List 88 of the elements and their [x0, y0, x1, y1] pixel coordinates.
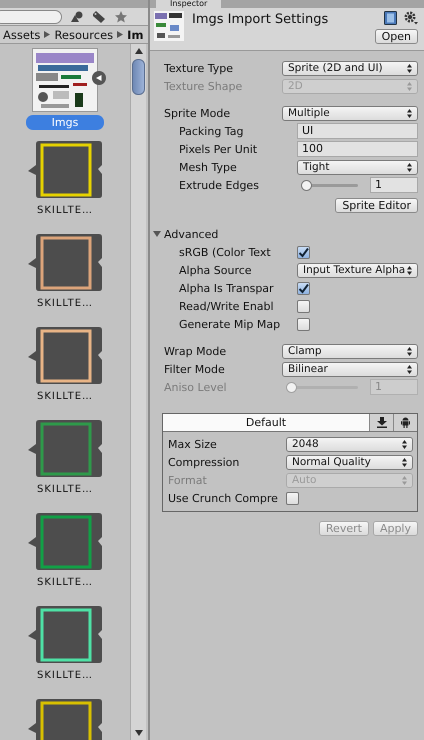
- play-icon[interactable]: [92, 71, 106, 85]
- updown-icon: [407, 266, 412, 274]
- android-icon: [401, 417, 410, 428]
- field-label: Filter Mode: [164, 362, 226, 376]
- dropdown[interactable]: Clamp: [282, 344, 418, 358]
- breadcrumb-item[interactable]: Im: [127, 28, 144, 42]
- updown-icon: [407, 162, 412, 172]
- field-label: Texture Type: [164, 62, 234, 74]
- field-label: Alpha Source: [178, 264, 253, 276]
- up-arrow-icon[interactable]: [134, 48, 142, 54]
- dropdown[interactable]: 2048: [286, 436, 413, 452]
- sprite-thumbnail[interactable]: [28, 606, 102, 664]
- field-label: Read/Write Enabl: [178, 300, 275, 312]
- open-button[interactable]: Open: [374, 29, 418, 44]
- tag-icon[interactable]: [92, 10, 106, 22]
- star-icon[interactable]: [114, 10, 128, 22]
- updown-icon: [402, 458, 407, 466]
- asset-label[interactable]: SKILLTE…: [22, 297, 108, 310]
- foldout-header[interactable]: Advanced: [153, 225, 418, 243]
- updown-icon: [407, 82, 412, 90]
- scrollbar[interactable]: [130, 44, 146, 740]
- input-field[interactable]: 1: [370, 177, 418, 193]
- triangle-icon: [153, 230, 161, 238]
- field-label: Extrude Edges: [178, 178, 260, 192]
- field-label: Texture Shape: [164, 80, 244, 92]
- field-label: Compression: [168, 456, 240, 468]
- field-label: Format: [168, 474, 208, 486]
- field-label: Aniso Level: [164, 380, 228, 394]
- asset-label[interactable]: SKILLTE…: [22, 204, 108, 217]
- field-label: Wrap Mode: [164, 344, 228, 358]
- field-label: Max Size: [168, 438, 218, 450]
- inspector-tab[interactable]: Inspector: [156, 0, 222, 8]
- field-label: sRGB (Color Text: [178, 246, 272, 258]
- sprite-thumbnail[interactable]: [28, 234, 102, 292]
- help-icon[interactable]: [384, 11, 397, 25]
- down-arrow-icon[interactable]: [134, 730, 142, 736]
- field-label: Use Crunch Compre: [168, 492, 279, 504]
- arrow-icon: [44, 31, 50, 38]
- slider[interactable]: [286, 382, 358, 392]
- field-label: Sprite Mode: [164, 106, 232, 120]
- checkbox[interactable]: [297, 282, 310, 294]
- asset-label[interactable]: SKILLTE…: [22, 669, 108, 682]
- shapes-icon[interactable]: [70, 10, 84, 22]
- updown-icon: [407, 108, 412, 118]
- asset-label[interactable]: Imgs: [26, 115, 104, 130]
- dropdown[interactable]: Sprite (2D and UI): [282, 60, 418, 76]
- checkbox[interactable]: [297, 300, 310, 312]
- asset-label[interactable]: SKILLTE…: [22, 576, 108, 589]
- sprite-thumbnail[interactable]: [28, 420, 102, 478]
- updown-icon: [407, 346, 412, 356]
- sprite-thumbnail[interactable]: [28, 141, 102, 199]
- checkbox[interactable]: [297, 246, 310, 258]
- breadcrumb-item[interactable]: Assets: [3, 28, 40, 42]
- scrollbar-thumb[interactable]: [132, 59, 145, 95]
- search-field[interactable]: [0, 10, 62, 24]
- inspector-title: Imgs Import Settings: [192, 12, 328, 27]
- asset-label[interactable]: SKILLTE…: [22, 483, 108, 496]
- checkbox[interactable]: [286, 492, 299, 504]
- sprite-thumbnail[interactable]: [28, 513, 102, 571]
- dropdown[interactable]: Multiple: [282, 106, 418, 120]
- field-label: Generate Mip Map: [178, 318, 282, 330]
- sprite-thumbnail[interactable]: [28, 327, 102, 385]
- field-label: Alpha Is Transpar: [178, 282, 275, 294]
- dropdown[interactable]: Tight: [297, 160, 418, 174]
- input-field[interactable]: 100: [297, 141, 418, 157]
- download-tab[interactable]: [369, 414, 393, 431]
- updown-icon: [407, 364, 412, 374]
- updown-icon: [402, 476, 407, 484]
- texture-icon: [154, 11, 184, 41]
- dropdown[interactable]: Normal Quality: [286, 454, 413, 470]
- arrow-icon: [117, 31, 124, 38]
- asset-label[interactable]: SKILLTE…: [22, 390, 108, 403]
- field-label: Pixels Per Unit: [178, 142, 258, 156]
- settings-icon[interactable]: [404, 11, 418, 25]
- checkbox[interactable]: [297, 318, 310, 330]
- updown-icon: [407, 64, 412, 72]
- field-label: Mesh Type: [178, 160, 238, 174]
- dropdown[interactable]: Bilinear: [282, 362, 418, 376]
- android-tab[interactable]: [393, 414, 417, 431]
- updown-icon: [402, 440, 407, 448]
- download-icon: [376, 417, 386, 428]
- breadcrumb-item[interactable]: Resources: [54, 28, 114, 42]
- field-label: Packing Tag: [178, 124, 244, 138]
- input-field[interactable]: UI: [297, 123, 418, 139]
- dropdown[interactable]: Input Texture Alpha: [297, 262, 418, 278]
- slider[interactable]: [301, 180, 358, 190]
- sprite-thumbnail[interactable]: [28, 699, 102, 740]
- sprite-editor-button[interactable]: Sprite Editor: [335, 198, 418, 212]
